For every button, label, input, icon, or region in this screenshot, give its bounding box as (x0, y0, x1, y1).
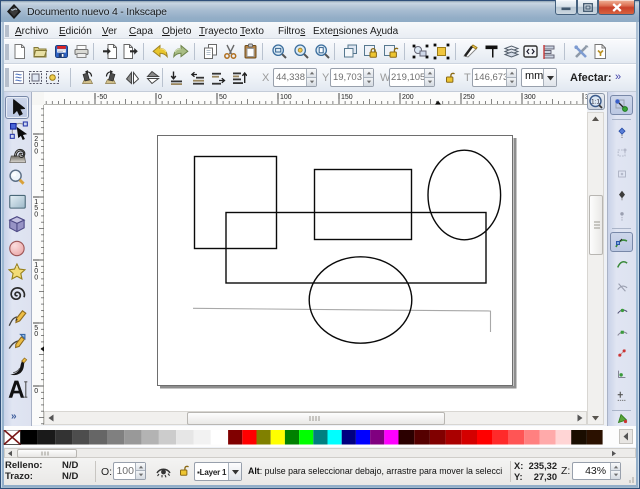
svg-text:-50: -50 (97, 94, 107, 101)
svg-text:0: 0 (34, 274, 38, 281)
svg-text:300: 300 (524, 94, 536, 101)
svg-text:0: 0 (34, 331, 38, 338)
svg-text:0: 0 (34, 211, 38, 218)
svg-text:200: 200 (402, 94, 414, 101)
svg-text:0: 0 (158, 94, 162, 101)
svg-text:150: 150 (341, 94, 353, 101)
svg-text:0: 0 (34, 388, 38, 395)
svg-text:50: 50 (219, 94, 227, 101)
svg-text:250: 250 (463, 94, 475, 101)
svg-text:1:1: 1:1 (591, 99, 600, 106)
svg-text:0: 0 (34, 148, 38, 155)
svg-text:100: 100 (280, 94, 292, 101)
